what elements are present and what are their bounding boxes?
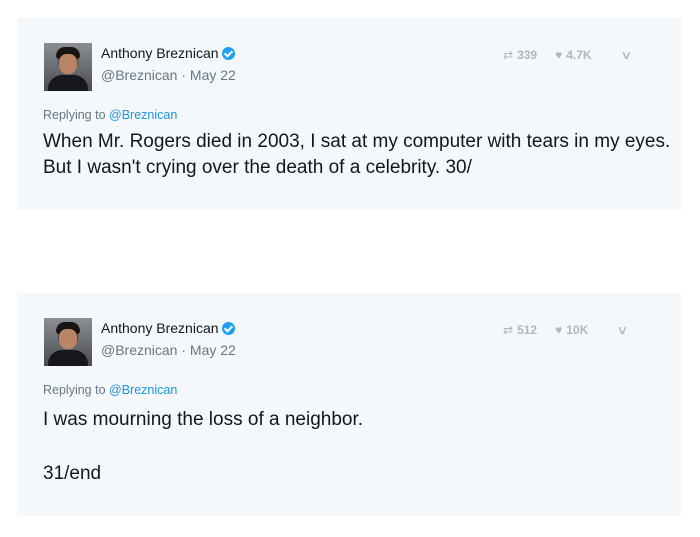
author-handle[interactable]: @Breznican: [101, 67, 177, 83]
avatar[interactable]: [44, 318, 92, 366]
like-button[interactable]: ♥ 10K: [555, 323, 588, 337]
retweet-button[interactable]: ⇄ 512: [503, 323, 537, 337]
reply-mention-link[interactable]: @Breznican: [109, 383, 177, 397]
avatar-shirt: [48, 350, 88, 366]
like-count: 10K: [566, 323, 589, 337]
tweet-card[interactable]: Anthony Breznican @Breznican · May 22 ⇄ …: [17, 293, 681, 516]
like-count: 4.7K: [566, 48, 592, 62]
retweet-icon: ⇄: [503, 48, 514, 62]
handle-row: @Breznican · May 22: [101, 67, 236, 83]
replying-prefix: Replying to: [43, 383, 106, 397]
tweet-actions: ⇄ 512 ♥ 10K ∨: [503, 323, 629, 337]
retweet-icon: ⇄: [503, 323, 514, 337]
tweet-date[interactable]: May 22: [190, 67, 236, 83]
avatar-face: [59, 329, 77, 349]
retweet-count: 339: [517, 48, 538, 62]
replying-to: Replying to @Breznican: [43, 108, 177, 122]
avatar-face: [59, 54, 77, 74]
chevron-down-icon[interactable]: ∨: [616, 323, 628, 337]
retweet-count: 512: [517, 323, 538, 337]
author-row: Anthony Breznican: [101, 320, 235, 336]
heart-icon: ♥: [555, 48, 563, 62]
separator-dot: ·: [181, 342, 190, 358]
heart-icon: ♥: [555, 323, 563, 337]
handle-row: @Breznican · May 22: [101, 342, 236, 358]
chevron-down-icon[interactable]: ∨: [620, 48, 632, 62]
tweet-date[interactable]: May 22: [190, 342, 236, 358]
retweet-button[interactable]: ⇄ 339: [503, 48, 537, 62]
tweet-card[interactable]: Anthony Breznican @Breznican · May 22 ⇄ …: [17, 18, 681, 210]
verified-badge-icon: [221, 46, 235, 60]
author-row: Anthony Breznican: [101, 45, 235, 61]
avatar-shirt: [48, 75, 88, 91]
replying-to: Replying to @Breznican: [43, 383, 177, 397]
tweet-text: I was mourning the loss of a neighbor. 3…: [43, 409, 364, 484]
avatar[interactable]: [44, 43, 92, 91]
verified-badge-icon: [221, 321, 235, 335]
tweet-actions: ⇄ 339 ♥ 4.7K ∨: [503, 48, 632, 62]
author-name[interactable]: Anthony Breznican: [101, 320, 219, 336]
like-button[interactable]: ♥ 4.7K: [555, 48, 591, 62]
separator-dot: ·: [181, 67, 190, 83]
replying-prefix: Replying to: [43, 108, 106, 122]
reply-mention-link[interactable]: @Breznican: [109, 108, 177, 122]
tweet-text: When Mr. Rogers died in 2003, I sat at m…: [43, 131, 671, 178]
author-handle[interactable]: @Breznican: [101, 342, 177, 358]
author-name[interactable]: Anthony Breznican: [101, 45, 219, 61]
